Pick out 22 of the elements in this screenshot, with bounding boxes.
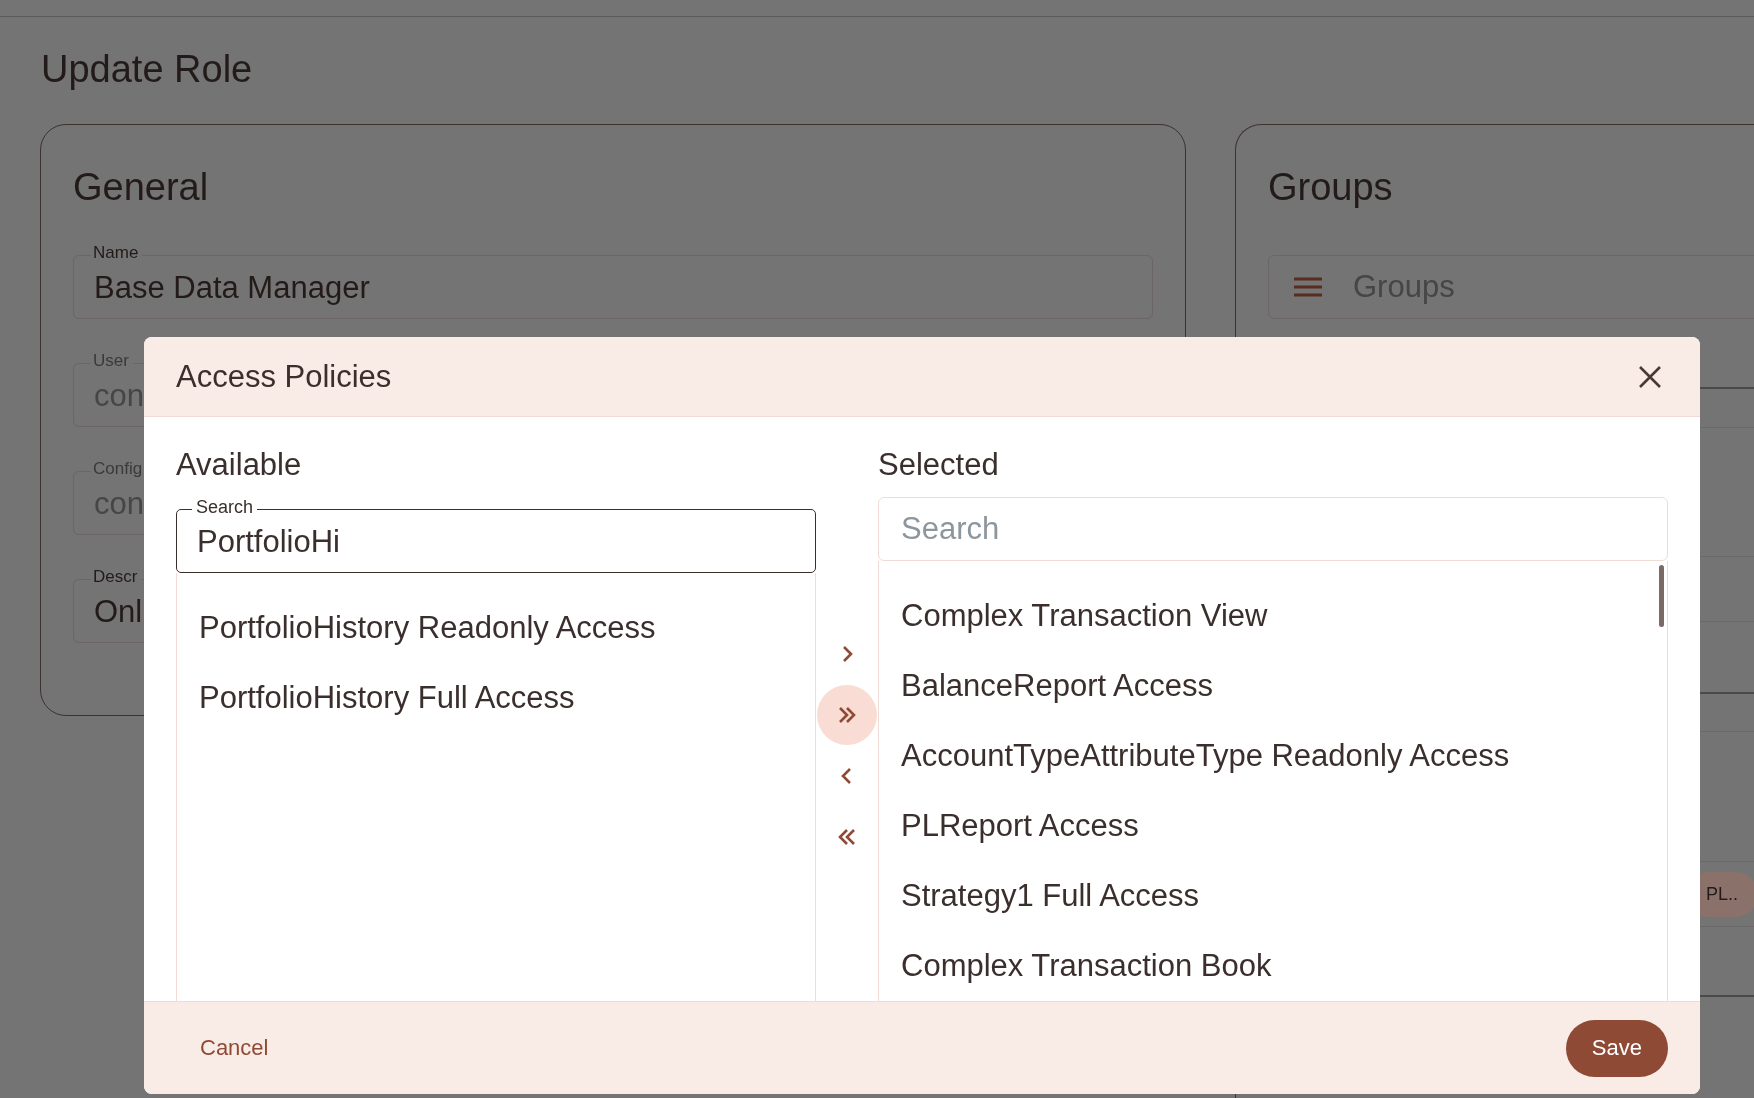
menu-icon[interactable] [1293,276,1323,298]
card-title: Groups [1268,165,1394,209]
list-item[interactable]: BalanceReport Access [879,651,1667,721]
close-icon[interactable] [1638,364,1662,389]
list-item[interactable]: PLReport Access [879,791,1667,861]
transfer-button[interactable] [817,685,877,745]
list-item[interactable]: PortfolioHistory Readonly Access [177,593,815,663]
list-item[interactable]: Complex Transaction View [879,581,1667,651]
cancel-button[interactable]: Cancel [180,1025,289,1071]
list-item[interactable]: AccountTypeAttributeType Readonly Access [879,721,1667,791]
search-field[interactable]: Search [878,497,1668,561]
scrollbar[interactable] [1659,565,1664,627]
column-heading: Available [176,446,303,484]
dialog-title: Access Policies [176,358,392,395]
field-label: Config [91,459,147,479]
list-item[interactable]: PortfolioHistory Full Access [177,663,815,733]
list-item[interactable]: Complex Transaction Book [879,931,1667,1001]
save-button[interactable]: Save [1565,1019,1668,1077]
card-title: General [73,165,210,209]
list-item[interactable]: Strategy1 Full Access [879,861,1667,931]
page-title: Update Role [40,47,254,92]
column-heading: Selected [878,446,1000,484]
